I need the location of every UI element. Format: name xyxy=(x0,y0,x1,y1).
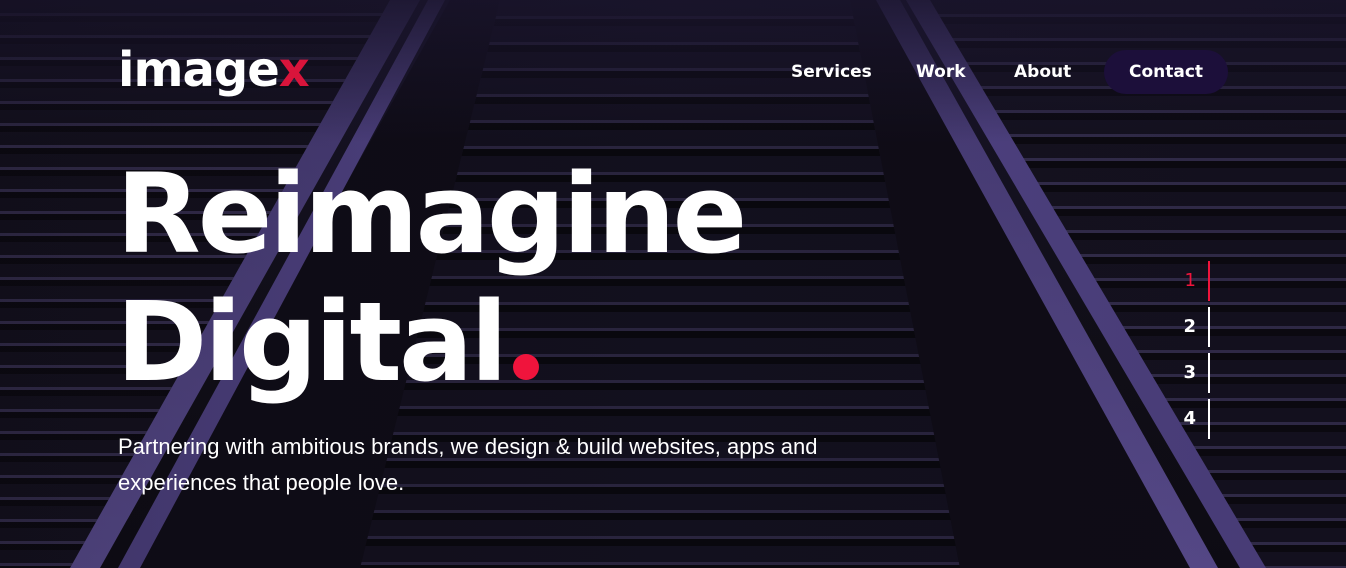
headline-line-2-text: Digital xyxy=(116,278,508,406)
slide-pagination: 1 2 3 4 xyxy=(1170,261,1230,441)
headline-line-1: Reimagine xyxy=(116,150,747,278)
slide-4-button[interactable]: 4 xyxy=(1170,399,1210,439)
main-navigation: Services Work About Contact xyxy=(0,50,1346,94)
contact-button[interactable]: Contact xyxy=(1104,50,1228,94)
slide-3-button[interactable]: 3 xyxy=(1170,353,1210,393)
slide-1-button[interactable]: 1 xyxy=(1170,261,1210,301)
nav-link-about[interactable]: About xyxy=(1014,50,1071,94)
nav-link-work[interactable]: Work xyxy=(916,50,966,94)
hero-subtitle: Partnering with ambitious brands, we des… xyxy=(118,434,818,495)
slide-2-button[interactable]: 2 xyxy=(1170,307,1210,347)
headline-line-2: Digital xyxy=(116,278,744,406)
accent-dot xyxy=(512,354,539,380)
hero-section: imagex Services Work About Contact Reima… xyxy=(0,0,1346,568)
nav-link-services[interactable]: Services xyxy=(791,50,872,94)
hero-headline: Reimagine Digital xyxy=(116,150,747,406)
